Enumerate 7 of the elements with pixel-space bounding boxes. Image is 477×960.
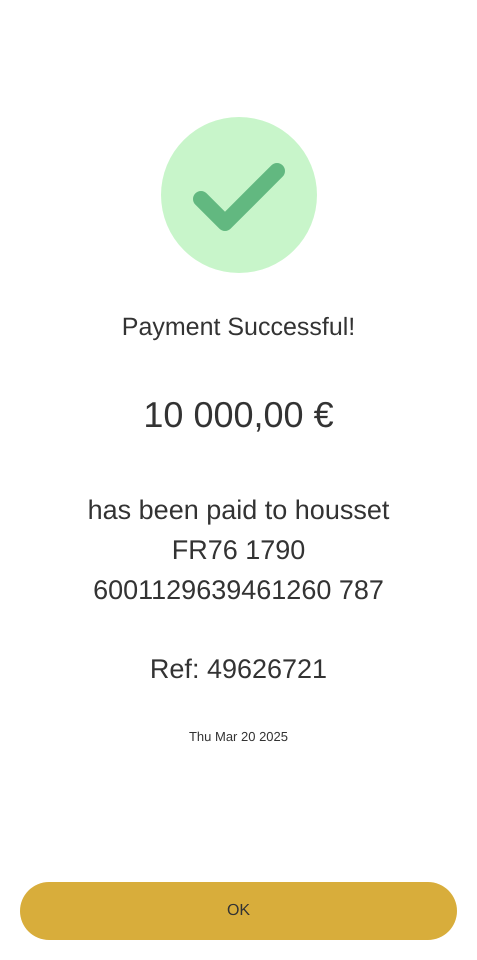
date: Thu Mar 20 2025 — [188, 729, 288, 744]
recipient-text: has been paid to housset FR76 1790 6001129639461260 787 — [86, 494, 390, 607]
status-title: Payment Successful! — [122, 313, 356, 342]
success-check-icon — [160, 117, 316, 273]
ok-button[interactable]: OK — [20, 882, 457, 940]
reference: Ref: 49626721 — [150, 654, 328, 685]
amount: 10 000,00 € — [143, 394, 334, 436]
